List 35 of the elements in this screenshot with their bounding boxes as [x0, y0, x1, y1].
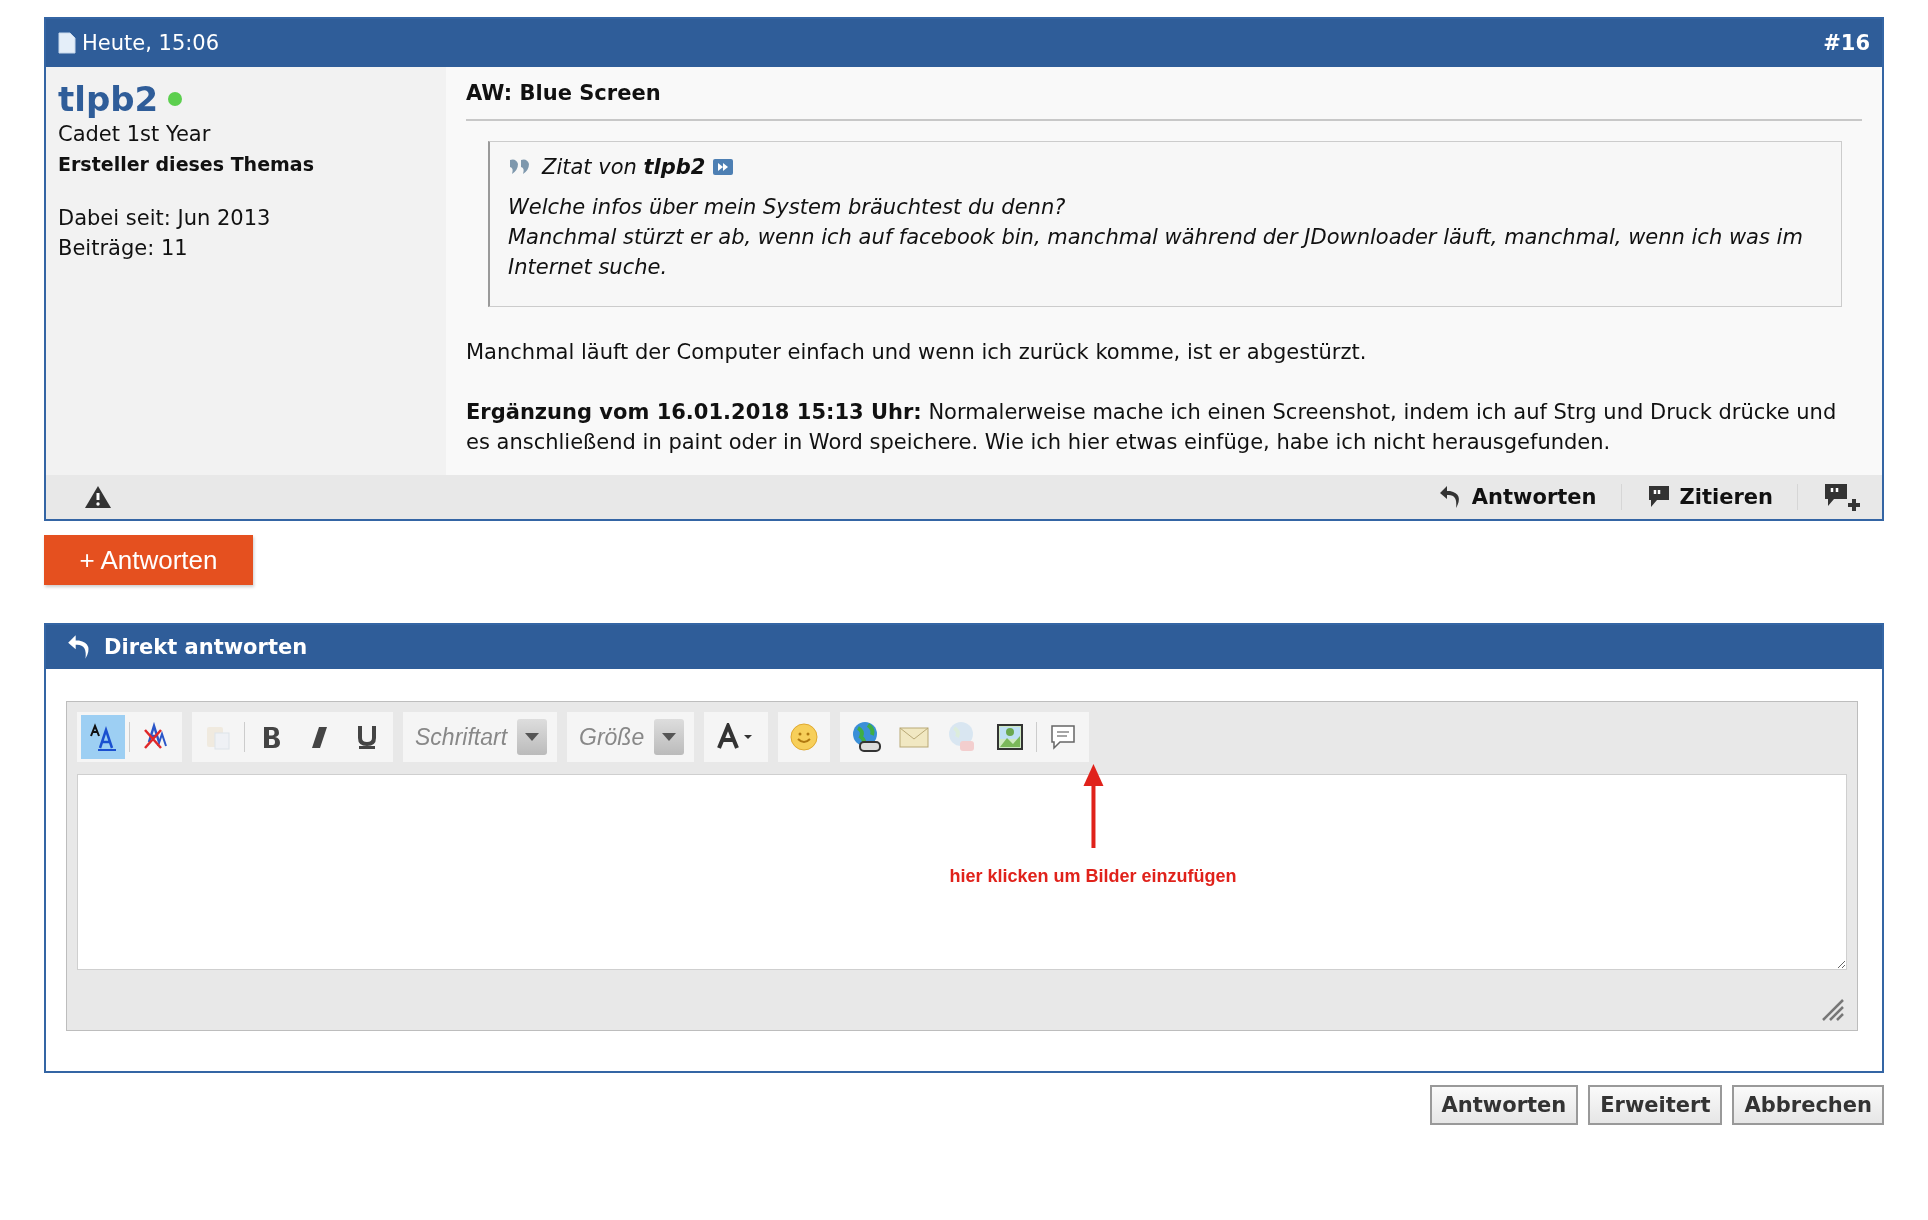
quote-author: Zitat von tlpb2 — [542, 154, 706, 181]
quick-reply-title: Direkt antworten — [104, 635, 308, 659]
post-title: AW: Blue Screen — [466, 81, 1862, 121]
post-number[interactable]: #16 — [1823, 31, 1870, 55]
multi-quote-icon[interactable] — [1822, 482, 1862, 512]
form-button[interactable]: Erweitert — [1588, 1085, 1723, 1125]
post-text: Manchmal läuft der Computer einfach und wenn ich zurück komme, ist er abgestürzt. — [466, 339, 1368, 366]
annotation-text: hier klicken um Bilder einzufügen — [949, 866, 1237, 887]
post-date: Heute, 15:06 — [82, 31, 220, 55]
image-icon — [995, 722, 1026, 752]
user-rank: Cadet 1st Year — [58, 121, 212, 148]
message-field[interactable] — [77, 774, 1847, 970]
thread-starter-label: Ersteller dieses Themas — [58, 152, 315, 177]
caret-icon — [662, 733, 677, 741]
toolbar-button[interactable] — [81, 715, 125, 759]
join-date: Dabei seit: Jun 2013 — [58, 205, 272, 232]
text-mode-icon — [88, 722, 118, 752]
reply-action[interactable]: Antworten — [1413, 484, 1622, 510]
reply-button[interactable]: + Antworten — [44, 535, 253, 585]
username[interactable]: tlpb2 — [58, 79, 159, 119]
quote-text: Manchmal stürzt er ab, wenn ich auf facebook bin, manchmal während der JDownloader läuft, manchmal, wenn ich was im Internet suche. — [508, 224, 1804, 281]
resize-handle-icon[interactable] — [1821, 998, 1845, 1022]
underline-icon — [355, 723, 379, 751]
quote-text: Welche infos über mein System bräuchtest du denn? — [508, 194, 1067, 221]
view-post-icon[interactable] — [713, 158, 734, 176]
quote-action[interactable]: Zitieren — [1621, 484, 1798, 510]
warning-icon[interactable] — [84, 485, 112, 509]
form-button[interactable]: Antworten — [1429, 1085, 1579, 1125]
post-count: Beiträge: 11 — [58, 235, 189, 262]
post-text: Ergänzung vom 16.01.2018 15:13 Uhr: Normalerweise mache ich einen Screenshot, indem ich auf Strg und Druck drücke und es anschließend in paint oder in Word speichere. Wie ich hier etwas einfüge, habe ich nicht herausgefunden. — [466, 399, 1838, 456]
globe-link-icon — [850, 721, 883, 753]
smiley-icon — [789, 722, 820, 752]
document-icon — [58, 32, 76, 54]
form-button[interactable]: Abbrechen — [1732, 1085, 1884, 1125]
caret-icon — [525, 733, 540, 741]
